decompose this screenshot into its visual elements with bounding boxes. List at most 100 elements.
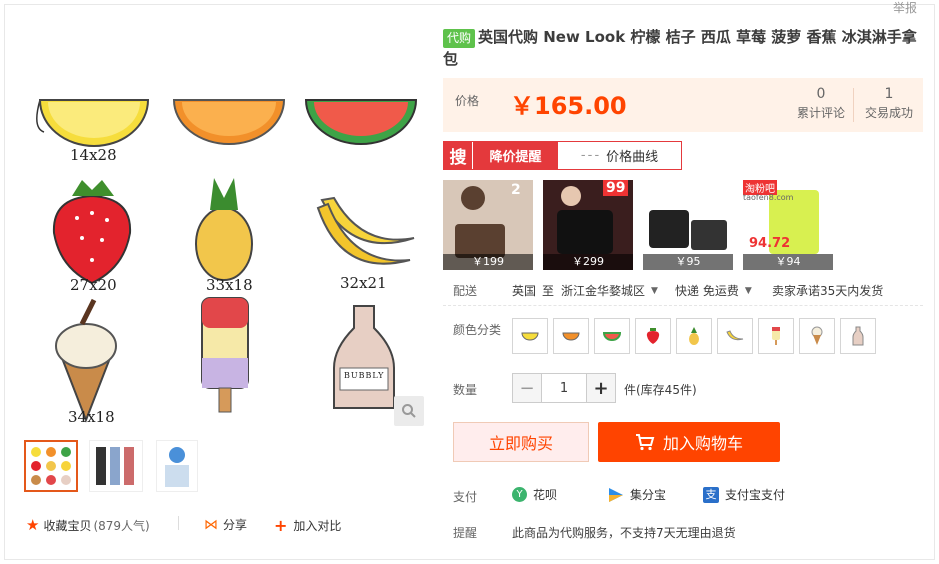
shipping-promise: 卖家承诺35天内发货 xyxy=(772,284,884,298)
chevron-down-icon: ▼ xyxy=(651,285,658,296)
main-product-image[interactable]: 14x28 27x20 33x18 32x21 34x18 BUBBLY xyxy=(22,28,428,432)
ad-sub: taofen8.com xyxy=(743,193,794,202)
destination-select[interactable]: 浙江金华婺城区 ▼ xyxy=(561,282,658,299)
notice-label: 提醒 xyxy=(453,526,478,540)
thumbnail-image xyxy=(31,447,71,485)
popularity-count: (879人气) xyxy=(93,518,150,533)
size-label: 27x20 xyxy=(70,276,117,294)
chevron-down-icon: ▼ xyxy=(744,285,752,296)
favorite-label: 收藏宝贝 xyxy=(43,518,92,533)
divider xyxy=(853,88,854,122)
search-icon xyxy=(402,404,416,418)
milk-bottle-icon xyxy=(852,326,864,346)
jifenbao-label: 集分宝 xyxy=(630,488,667,502)
swatch-banana[interactable] xyxy=(717,318,753,354)
price-panel: 价格 ￥165.00 0 累计评论 1 交易成功 xyxy=(443,78,923,132)
plus-icon: + xyxy=(274,516,288,535)
price-alert-bar: 搜 降价提醒 - - - 价格曲线 xyxy=(443,141,682,170)
huabei-label: 花呗 xyxy=(533,488,558,502)
thumbnail-2[interactable] xyxy=(89,440,143,492)
jifenbao-option[interactable]: 集分宝 xyxy=(608,486,666,503)
review-count: 0 xyxy=(816,86,826,102)
sales-label: 交易成功 xyxy=(864,106,913,120)
compare-button[interactable]: + 加入对比 xyxy=(274,516,341,535)
jifenbao-icon xyxy=(609,487,623,502)
swatch-strawberry[interactable] xyxy=(635,318,671,354)
product-title: 代购 英国代购 New Look 柠檬 桔子 西瓜 草莓 菠萝 香蕉 冰淇淋手拿包 xyxy=(443,26,923,70)
icecream-cone-icon xyxy=(811,326,823,345)
curve-icon: - - - xyxy=(580,148,599,163)
ad-item[interactable]: ￥95 xyxy=(643,180,733,270)
ad-badge: 2 xyxy=(511,182,521,198)
bottle-label: BUBBLY xyxy=(344,371,385,380)
lemon-icon xyxy=(521,332,539,341)
ad-item[interactable]: 99 ￥299 xyxy=(543,180,633,270)
alipay-icon: 支 xyxy=(703,486,719,503)
huabei-icon: Y xyxy=(512,487,527,502)
ad-tag: 94.72 xyxy=(749,236,791,251)
swatch-watermelon[interactable] xyxy=(594,318,630,354)
divider xyxy=(178,516,179,530)
payment-label: 支付 xyxy=(453,490,478,504)
ad-price: ￥199 xyxy=(443,254,533,270)
ad-price: ￥94 xyxy=(743,254,833,270)
quantity-label: 数量 xyxy=(453,383,478,397)
huabei-option[interactable]: Y 花呗 xyxy=(512,486,557,503)
price-value: ￥165.00 xyxy=(510,92,627,120)
ship-from: 英国 xyxy=(512,284,537,298)
sales-count: 1 xyxy=(884,86,894,102)
price-curve-button[interactable]: - - - 价格曲线 xyxy=(558,142,681,169)
color-label: 颜色分类 xyxy=(453,323,502,337)
zoom-button[interactable] xyxy=(394,396,424,426)
ad-item[interactable]: 淘粉吧 taofen8.com 94.72 ￥94 xyxy=(743,180,833,270)
review-label: 累计评论 xyxy=(796,106,845,120)
share-button[interactable]: ⋈ 分享 xyxy=(204,516,247,533)
size-label: 33x18 xyxy=(206,276,253,294)
thumbnail-1[interactable] xyxy=(24,440,78,492)
stock-info: 件(库存45件) xyxy=(624,383,697,397)
cart-icon xyxy=(635,434,655,451)
review-stat[interactable]: 0 累计评论 xyxy=(793,84,849,121)
size-label: 34x18 xyxy=(68,408,115,426)
report-link[interactable]: 举报 xyxy=(893,0,917,16)
thumbnail-image xyxy=(165,447,189,487)
notice-text: 此商品为代购服务，不支持7天无理由退货 xyxy=(512,526,736,540)
swatch-orange[interactable] xyxy=(553,318,589,354)
sales-stat: 1 交易成功 xyxy=(861,84,917,121)
destination-value: 浙江金华婺城区 xyxy=(561,284,646,298)
ship-to-label: 至 xyxy=(542,284,555,298)
swatch-popsicle[interactable] xyxy=(758,318,794,354)
sou-icon: 搜 xyxy=(444,142,472,169)
compare-label: 加入对比 xyxy=(293,519,342,533)
ad-item[interactable]: 2 ￥199 xyxy=(443,180,533,270)
thumbnail-3[interactable] xyxy=(156,440,198,492)
daigou-badge: 代购 xyxy=(443,29,476,48)
swatch-lemon[interactable] xyxy=(512,318,548,354)
ad-price: ￥95 xyxy=(643,254,733,270)
watermelon-icon xyxy=(602,332,622,341)
price-drop-alert-button[interactable]: 降价提醒 xyxy=(472,142,558,169)
quantity-input[interactable]: 1 xyxy=(541,374,587,402)
product-title-text: 英国代购 New Look 柠檬 桔子 西瓜 草莓 菠萝 香蕉 冰淇淋手拿包 xyxy=(443,28,917,68)
pineapple-icon xyxy=(689,327,699,345)
quantity-stepper: − 1 + xyxy=(512,373,616,403)
divider xyxy=(443,305,923,306)
size-label: 32x21 xyxy=(340,274,387,292)
banana-icon xyxy=(726,330,744,341)
swatch-icecream-cone[interactable] xyxy=(799,318,835,354)
decrease-button[interactable]: − xyxy=(513,374,541,402)
alipay-option[interactable]: 支 支付宝支付 xyxy=(703,486,785,503)
swatch-pineapple[interactable] xyxy=(676,318,712,354)
thumbnail-image xyxy=(96,447,134,485)
orange-icon xyxy=(562,332,580,341)
strawberry-icon xyxy=(646,328,660,344)
shipping-method-select[interactable]: 快递 免运费 ▼ xyxy=(675,282,752,299)
buy-now-button[interactable]: 立即购买 xyxy=(453,422,589,462)
increase-button[interactable]: + xyxy=(587,374,615,402)
popsicle-icon xyxy=(772,327,780,345)
add-to-cart-button[interactable]: 加入购物车 xyxy=(598,422,780,462)
swatch-milk-bottle[interactable] xyxy=(840,318,876,354)
favorite-button[interactable]: ★ 收藏宝贝 (879人气) xyxy=(26,516,150,534)
add-to-cart-label: 加入购物车 xyxy=(662,434,743,453)
star-icon: ★ xyxy=(26,516,40,534)
